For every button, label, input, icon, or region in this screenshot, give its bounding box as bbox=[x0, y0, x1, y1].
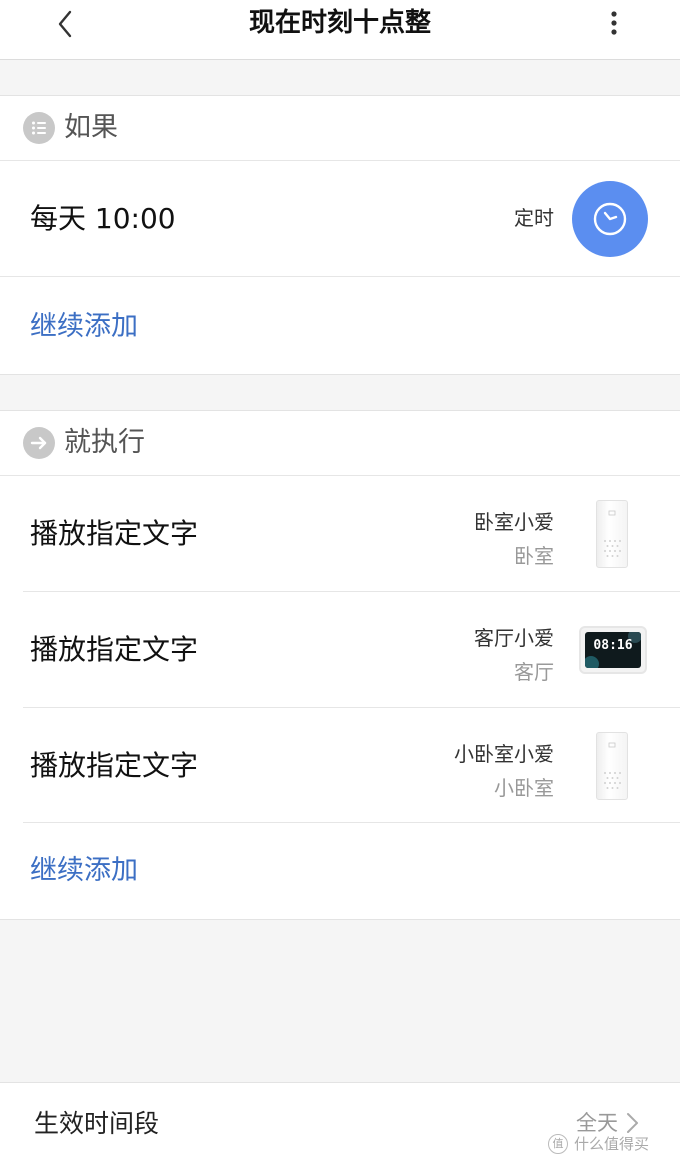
list-icon bbox=[23, 112, 55, 144]
add-trigger-link[interactable]: 继续添加 bbox=[30, 277, 138, 377]
top-bar: 现在时刻十点整 bbox=[0, 0, 680, 60]
device-room: 小卧室 bbox=[494, 776, 554, 800]
watermark-text: 什么值得买 bbox=[574, 1135, 650, 1153]
action-row[interactable]: 播放指定文字 卧室小爱 卧室 bbox=[0, 476, 680, 591]
if-section-header: 如果 bbox=[0, 96, 680, 160]
action-label: 播放指定文字 bbox=[30, 633, 199, 666]
trigger-type-label: 定时 bbox=[514, 206, 554, 230]
arrow-right-icon bbox=[23, 427, 55, 459]
device-name: 客厅小爱 bbox=[474, 626, 554, 650]
speaker-image bbox=[596, 732, 628, 800]
action-row[interactable]: 播放指定文字 小卧室小爱 小卧室 bbox=[0, 708, 680, 823]
trigger-row[interactable]: 每天 10:00 定时 bbox=[0, 161, 680, 276]
action-label: 播放指定文字 bbox=[30, 749, 199, 782]
then-section-title: 就执行 bbox=[64, 427, 145, 458]
then-section-header: 就执行 bbox=[0, 411, 680, 475]
action-row[interactable]: 播放指定文字 客厅小爱 客厅 08:16 bbox=[0, 592, 680, 707]
device-name: 小卧室小爱 bbox=[454, 742, 554, 766]
effective-period-label: 生效时间段 bbox=[34, 1109, 160, 1138]
more-icon[interactable] bbox=[600, 6, 628, 42]
watermark-badge: 值 bbox=[548, 1134, 568, 1154]
device-screen: 08:16 bbox=[585, 632, 641, 668]
touchscreen-speaker-image: 08:16 bbox=[579, 626, 647, 674]
speaker-image bbox=[596, 500, 628, 568]
add-action-link[interactable]: 继续添加 bbox=[30, 823, 138, 919]
clock-icon bbox=[593, 202, 627, 236]
device-screen-time: 08:16 bbox=[593, 638, 633, 653]
timer-button[interactable] bbox=[572, 181, 648, 257]
device-room: 客厅 bbox=[514, 660, 554, 684]
action-label: 播放指定文字 bbox=[30, 517, 199, 550]
watermark: 值 什么值得买 bbox=[548, 1132, 676, 1156]
then-card: 就执行 播放指定文字 卧室小爱 卧室 播放指定文字 客厅小爱 客厅 08:16 … bbox=[0, 410, 680, 920]
if-card: 如果 每天 10:00 定时 继续添加 bbox=[0, 95, 680, 375]
device-name: 卧室小爱 bbox=[474, 510, 554, 534]
page-title: 现在时刻十点整 bbox=[248, 8, 431, 38]
if-section-title: 如果 bbox=[64, 112, 118, 143]
device-room: 卧室 bbox=[514, 544, 554, 568]
trigger-label: 每天 10:00 bbox=[30, 202, 176, 235]
